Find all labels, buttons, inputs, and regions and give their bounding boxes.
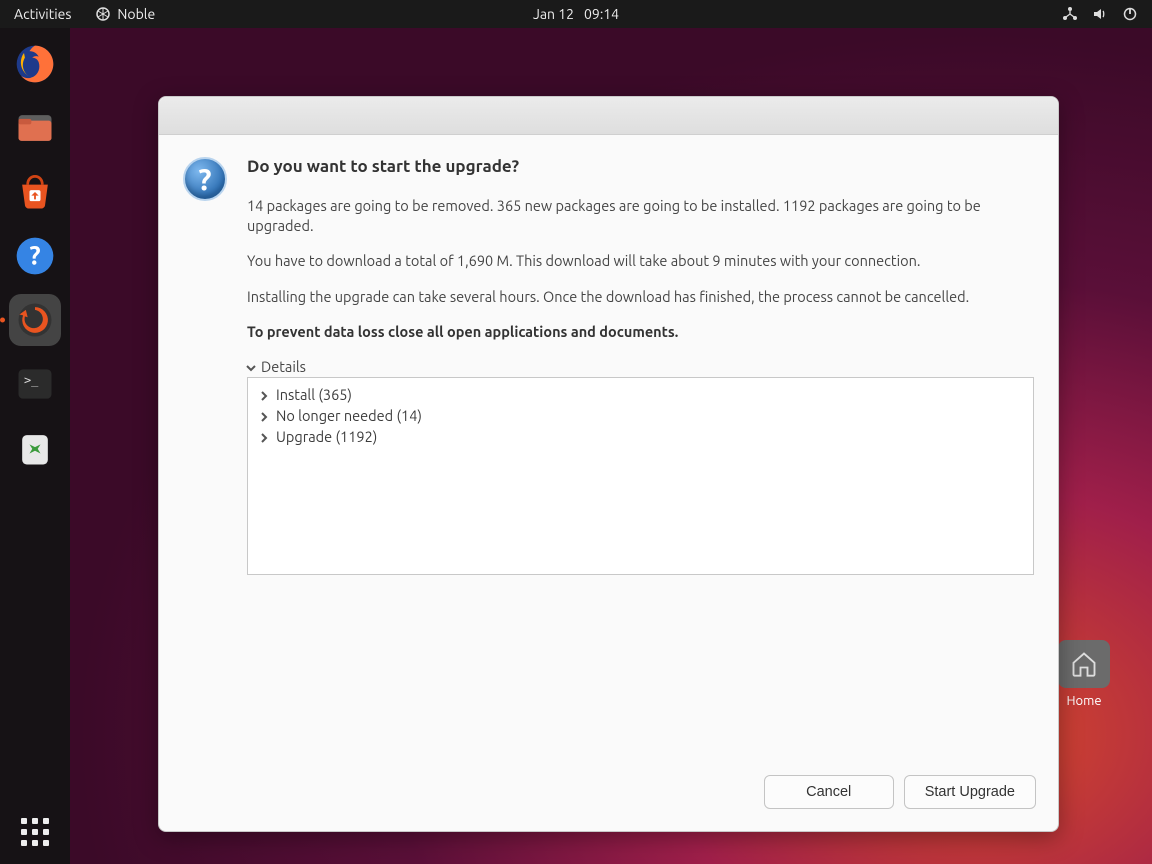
power-icon[interactable] — [1122, 6, 1138, 22]
svg-text:?: ? — [29, 240, 40, 269]
upgrade-dialog: ? Do you want to start the upgrade? 14 p… — [158, 96, 1059, 832]
tree-row-upgrade[interactable]: Upgrade (1192) — [256, 426, 1025, 447]
firefox-icon — [13, 42, 57, 86]
activities-button[interactable]: Activities — [14, 6, 71, 22]
dock-item-files[interactable] — [9, 102, 61, 154]
start-upgrade-button[interactable]: Start Upgrade — [904, 775, 1036, 809]
dock-item-help[interactable]: ? — [9, 230, 61, 282]
chevron-right-icon — [258, 388, 270, 400]
desktop-icon-home[interactable]: Home — [1058, 640, 1110, 708]
chevron-down-icon — [245, 360, 257, 372]
updater-icon — [13, 298, 57, 342]
chevron-right-icon — [258, 409, 270, 421]
tree-row-label: Upgrade (1192) — [276, 428, 377, 445]
top-bar: Activities Noble Jan 12 09:14 — [0, 0, 1152, 28]
dock-item-updater[interactable] — [9, 294, 61, 346]
tree-row-install[interactable]: Install (365) — [256, 384, 1025, 405]
show-apps-button[interactable] — [21, 818, 49, 846]
dialog-text-3: Installing the upgrade can take several … — [247, 287, 1034, 307]
dialog-text-2: You have to download a total of 1,690 M.… — [247, 251, 1034, 271]
clock[interactable]: Jan 12 09:14 — [533, 6, 619, 22]
app-icon — [95, 6, 111, 22]
dock-item-trash[interactable] — [9, 422, 61, 474]
tree-row-remove[interactable]: No longer needed (14) — [256, 405, 1025, 426]
dock-item-software[interactable] — [9, 166, 61, 218]
details-tree[interactable]: Install (365) No longer needed (14) Upgr… — [247, 377, 1034, 575]
details-expander[interactable]: Details — [245, 358, 1034, 375]
dialog-text-warning: To prevent data loss close all open appl… — [247, 322, 1034, 342]
trash-icon — [13, 426, 57, 470]
time-label: 09:14 — [584, 6, 619, 22]
svg-text:>_: >_ — [24, 373, 39, 387]
volume-icon[interactable] — [1092, 6, 1108, 22]
app-name-label: Noble — [117, 6, 155, 22]
app-menu[interactable]: Noble — [95, 6, 155, 22]
chevron-right-icon — [258, 430, 270, 442]
dialog-titlebar[interactable] — [159, 97, 1058, 135]
dialog-text-1: 14 packages are going to be removed. 365… — [247, 196, 1034, 235]
date-label: Jan 12 — [533, 6, 574, 22]
details-label: Details — [261, 358, 306, 375]
tree-row-label: No longer needed (14) — [276, 407, 422, 424]
files-icon — [13, 106, 57, 150]
dialog-title: Do you want to start the upgrade? — [247, 157, 1034, 176]
network-icon[interactable] — [1062, 6, 1078, 22]
help-icon: ? — [13, 234, 57, 278]
home-icon — [1070, 650, 1098, 678]
tree-row-label: Install (365) — [276, 386, 352, 403]
question-icon: ? — [183, 157, 227, 201]
dock-item-firefox[interactable] — [9, 38, 61, 90]
dock-item-terminal[interactable]: >_ — [9, 358, 61, 410]
cancel-button[interactable]: Cancel — [764, 775, 894, 809]
dock: ? >_ — [0, 28, 70, 864]
desktop-icon-label: Home — [1066, 694, 1101, 708]
terminal-icon: >_ — [13, 362, 57, 406]
software-icon — [13, 170, 57, 214]
